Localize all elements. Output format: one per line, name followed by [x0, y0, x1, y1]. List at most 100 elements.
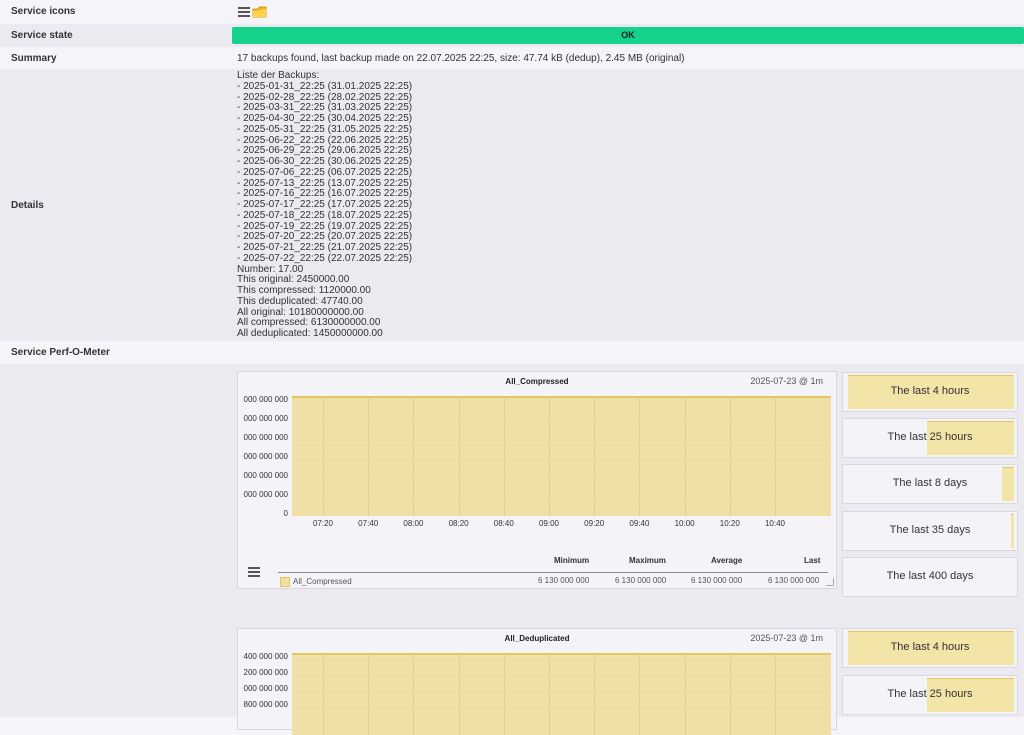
details-row: Details Liste der Backups: - 2025-01-31_2…: [0, 69, 1024, 341]
timerange-label: The last 35 days: [889, 524, 971, 536]
y-tick-label: 000 000 000: [243, 414, 289, 423]
grid-line: [292, 691, 831, 692]
timerange-button[interactable]: The last 4 hours: [842, 372, 1018, 412]
details-label: Details: [11, 200, 44, 211]
x-tick-label: 09:20: [584, 519, 605, 528]
grid-line: [549, 398, 550, 516]
details-line: This deduplicated: 47740.00: [237, 295, 363, 307]
timerange-label: The last 4 hours: [890, 385, 970, 397]
grid-line: [292, 478, 831, 479]
timerange-label: The last 8 days: [892, 477, 968, 489]
legend-head-avg: Average: [711, 556, 743, 565]
grid-line: [368, 655, 370, 735]
resize-handle[interactable]: [826, 578, 834, 586]
legend-max-value: 6 130 000 000: [615, 576, 667, 585]
details-line: - 2025-07-22_22:25 (22.07.2025 22:25): [237, 252, 413, 264]
timerange-button[interactable]: The last 8 days: [842, 464, 1018, 504]
x-tick-label: 09:40: [629, 519, 650, 528]
x-tick-label: 08:40: [493, 519, 514, 528]
grid-line: [413, 655, 415, 735]
legend-head-max: Maximum: [629, 556, 666, 565]
details-line: - 2025-07-06_22:25 (06.07.2025 22:25): [237, 166, 413, 178]
legend-head-last: Last: [804, 556, 821, 565]
legend-head-min: Minimum: [554, 556, 590, 565]
x-tick-label: 08:00: [403, 519, 424, 528]
details-line: All deduplicated: 1450000000.00: [237, 328, 383, 339]
grid-line: [729, 655, 731, 735]
x-tick-label: 08:20: [448, 519, 469, 528]
grid-line: [639, 398, 641, 516]
timerange-label: The last 25 hours: [887, 431, 973, 443]
grid-line: [775, 655, 776, 735]
summary-row: Summary 17 backups found, last backup ma…: [0, 47, 1024, 69]
state-text: OK: [621, 30, 635, 40]
service-state-row: Service state OK: [0, 24, 1024, 47]
timerange-label: The last 400 days: [886, 570, 974, 582]
status-badge: OK: [232, 27, 1024, 44]
menu-icon[interactable]: [238, 7, 250, 17]
y-tick-label: 000 000 000: [243, 684, 289, 693]
grid-line: [684, 398, 686, 516]
grid-line: [292, 659, 831, 660]
y-tick-label: 000 000 000: [243, 471, 289, 480]
grid-line: [503, 655, 505, 735]
graph-plot[interactable]: [292, 653, 831, 735]
grid-line: [775, 398, 776, 516]
timerange-button[interactable]: The last 25 hours: [842, 418, 1018, 458]
timerange-button[interactable]: The last 25 hours: [842, 675, 1018, 715]
graph-all-compressed: All_Compressed 2025-07-23 @ 1m 000 000 0…: [237, 371, 837, 589]
details-line: - 2025-05-31_22:25 (31.05.2025 22:25): [237, 123, 413, 135]
grid-line: [503, 398, 505, 516]
service-icons-label: Service icons: [11, 6, 76, 17]
details-line: - 2025-01-31_22:25 (31.01.2025 22:25): [237, 80, 413, 92]
y-tick-label: 0: [283, 509, 288, 518]
x-tick-label: 10:00: [674, 519, 695, 528]
graph-plot[interactable]: [292, 396, 831, 516]
grid-line: [684, 655, 686, 735]
timerange-button[interactable]: The last 400 days: [842, 557, 1018, 597]
grid-line: [639, 655, 641, 735]
grid-line: [323, 655, 324, 735]
x-tick-label: 10:20: [719, 519, 740, 528]
y-tick-label: 000 000 000: [243, 433, 289, 442]
timerange-label: The last 25 hours: [887, 688, 973, 700]
x-tick-label: 10:40: [764, 519, 786, 528]
graph-title: All_Compressed: [505, 377, 569, 386]
service-icons-row: Service icons: [0, 0, 1024, 23]
legend-swatch: [280, 577, 290, 587]
graph-menu-icon[interactable]: [248, 567, 260, 577]
grid-line: [594, 398, 596, 516]
timerange-button[interactable]: The last 35 days: [842, 511, 1018, 551]
grid-line: [292, 421, 831, 422]
grid-line: [458, 655, 460, 735]
graph-title: All_Deduplicated: [504, 634, 570, 643]
grid-line: [292, 497, 831, 498]
x-tick-label: 07:20: [312, 519, 334, 528]
summary-value: 17 backups found, last backup made on 22…: [237, 53, 685, 64]
legend-series-name[interactable]: All_Compressed: [293, 577, 352, 586]
y-tick-label: 000 000 000: [243, 395, 289, 404]
legend-divider: [278, 572, 828, 573]
y-tick-label: 800 000 000: [243, 700, 289, 709]
grid-line: [594, 655, 596, 735]
legend-min-value: 6 130 000 000: [538, 576, 590, 585]
y-tick-label: 400 000 000: [243, 652, 289, 661]
grid-line: [292, 440, 831, 441]
grid-line: [292, 675, 831, 676]
legend-avg-value: 6 130 000 000: [691, 576, 743, 585]
timerange-button[interactable]: The last 4 hours: [842, 628, 1018, 668]
folder-icon[interactable]: [252, 5, 267, 18]
perf-o-meter-label: Service Perf-O-Meter: [11, 347, 110, 358]
x-tick-label: 09:00: [538, 519, 560, 528]
x-tick-label: 07:40: [358, 519, 379, 528]
timerange-label: The last 4 hours: [890, 641, 970, 653]
details-line: - 2025-07-18_22:25 (18.07.2025 22:25): [237, 209, 413, 221]
summary-label: Summary: [11, 53, 57, 64]
perf-o-meter-row: Service Perf-O-Meter: [0, 341, 1024, 364]
graph-date: 2025-07-23 @ 1m: [750, 376, 823, 386]
graph-date: 2025-07-23 @ 1m: [750, 633, 823, 643]
grid-line: [292, 459, 831, 460]
y-tick-label: 000 000 000: [243, 490, 289, 499]
grid-line: [729, 398, 731, 516]
grid-line: [458, 398, 460, 516]
